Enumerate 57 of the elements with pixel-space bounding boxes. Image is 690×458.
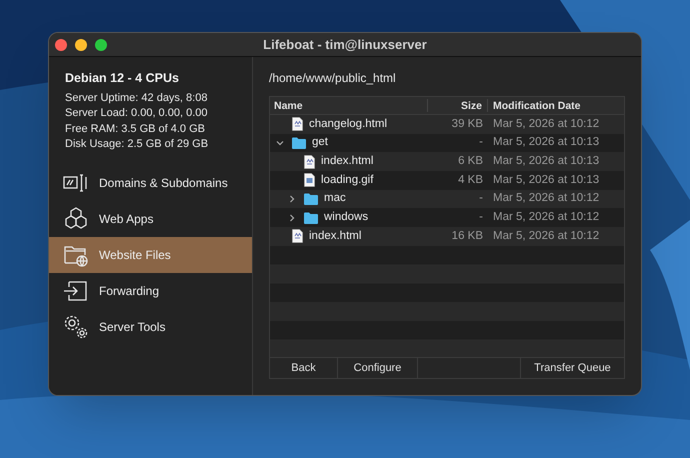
server-stat: Free RAM: 3.5 GB of 4.0 GB [64, 122, 206, 137]
file-date: Mar 5, 2026 at 10:13 [492, 154, 600, 170]
column-header[interactable]: Name [270, 99, 428, 112]
window-title: Lifeboat - tim@linuxserver [263, 36, 427, 54]
file-name: loading.gif [321, 172, 374, 188]
file-date: Mar 5, 2026 at 10:13 [492, 135, 600, 150]
file-date: Mar 5, 2026 at 10:12 [492, 191, 600, 206]
file-name: index.html [309, 228, 362, 244]
server-stat: Server Load: 0.00, 0.00, 0.00 [64, 106, 208, 122]
folder-icon [304, 212, 318, 224]
document-icon [292, 229, 303, 244]
zoom-button[interactable] [95, 38, 107, 50]
server-stat: Disk Usage: 2.5 GB of 29 GB [64, 137, 210, 152]
file-name: index.html [321, 154, 374, 170]
sidebar-item[interactable]: Web Apps [49, 200, 252, 237]
file-size: 39 KB [450, 116, 484, 132]
folder-icon [304, 193, 318, 206]
chevron-down-icon[interactable] [276, 139, 284, 148]
file-row[interactable]: mac - Mar 5, 2026 at 10:12 [270, 190, 624, 208]
file-size: 6 KB [457, 154, 484, 170]
sidebar-item[interactable]: Domains & Subdomains [49, 164, 252, 201]
file-size: 4 KB [457, 172, 484, 188]
minimize-button[interactable] [75, 38, 87, 50]
file-row[interactable]: changelog.html 39 KB Mar 5, 2026 at 10:12 [270, 115, 624, 134]
file-row[interactable]: index.html 16 KB Mar 5, 2026 at 10:12 [270, 227, 624, 246]
file-name: get [312, 135, 328, 150]
chevron-right-icon[interactable] [288, 214, 296, 222]
back-button[interactable]: Back [270, 358, 338, 378]
column-header[interactable]: Size [428, 99, 488, 112]
server-name: Debian 12 - 4 CPUs [64, 70, 180, 87]
path-label: /home/www/public_html [269, 70, 397, 87]
file-date: Mar 5, 2026 at 10:13 [492, 172, 600, 188]
file-row[interactable]: index.html 6 KB Mar 5, 2026 at 10:13 [270, 152, 624, 172]
document-icon [304, 154, 315, 169]
server-stat: Server Uptime: 42 days, 8:08 [64, 90, 208, 106]
sidebar-item[interactable]: Server Tools [49, 308, 252, 345]
image-file-icon [304, 173, 315, 188]
document-icon [292, 117, 303, 132]
transfer-queue-button[interactable]: Transfer Queue [521, 358, 624, 378]
file-size: 16 KB [450, 228, 484, 244]
file-date: Mar 5, 2026 at 10:12 [492, 116, 600, 132]
file-name: mac [324, 191, 346, 206]
sidebar-item[interactable]: Forwarding [49, 272, 252, 309]
file-date: Mar 5, 2026 at 10:12 [492, 228, 600, 244]
file-size: - [478, 135, 484, 150]
chevron-right-icon[interactable] [288, 195, 296, 204]
folder-icon [292, 137, 306, 150]
file-name: windows [324, 210, 368, 226]
file-date: Mar 5, 2026 at 10:12 [492, 210, 600, 226]
close-button[interactable] [55, 38, 67, 50]
file-size: - [478, 210, 484, 226]
configure-button[interactable]: Configure [338, 358, 418, 378]
file-size: - [478, 191, 484, 206]
file-name: changelog.html [309, 116, 387, 132]
gears-icon [63, 314, 89, 340]
sidebar-item[interactable]: Website Files [49, 236, 252, 273]
column-header[interactable]: Modification Date [488, 99, 624, 112]
